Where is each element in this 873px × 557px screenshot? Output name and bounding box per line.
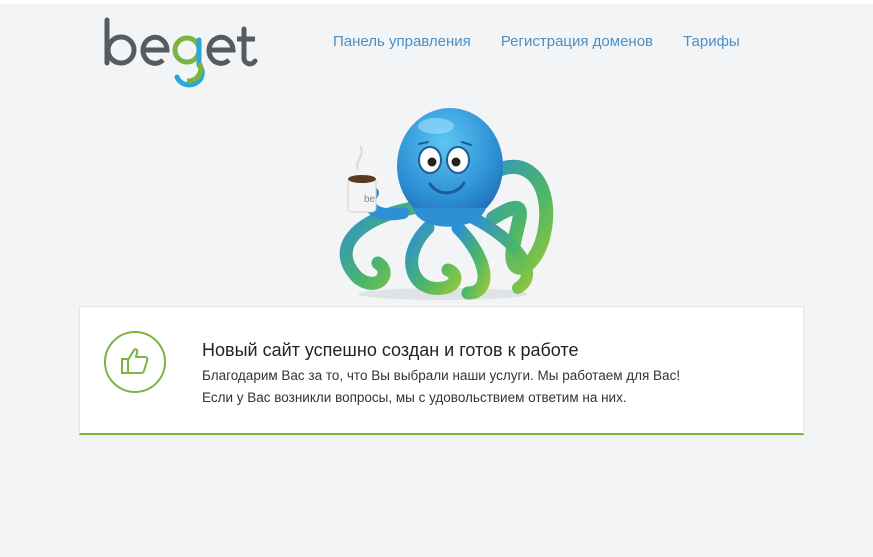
notice-line-1: Благодарим Вас за то, что Вы выбрали наш… <box>202 368 681 383</box>
notice-line-2: Если у Вас возникли вопросы, мы с удовол… <box>202 390 627 405</box>
nav-domain-registration-link[interactable]: Регистрация доменов <box>501 32 653 52</box>
nav-control-panel-link[interactable]: Панель управления <box>333 32 471 52</box>
thumbs-up-badge <box>104 331 166 393</box>
octopus-mascot-icon: be <box>339 108 554 300</box>
notice-title: Новый сайт успешно создан и готов к рабо… <box>202 340 579 360</box>
site-header: Панель управления Регистрация доменов Та… <box>0 0 873 95</box>
svg-text:be: be <box>364 194 376 205</box>
octopus-mascot: be <box>318 98 568 303</box>
notice-body: Благодарим Вас за то, что Вы выбрали наш… <box>202 365 680 409</box>
top-nav: Панель управления Регистрация доменов Та… <box>333 32 740 52</box>
thumbs-up-icon <box>121 348 149 374</box>
beget-logo[interactable] <box>103 15 263 91</box>
beget-logo-icon <box>104 17 258 88</box>
coffee-mug-icon: be <box>347 145 377 213</box>
nav-tariffs-link[interactable]: Тарифы <box>683 32 740 52</box>
success-notice-card: Новый сайт успешно создан и готов к рабо… <box>79 306 804 435</box>
